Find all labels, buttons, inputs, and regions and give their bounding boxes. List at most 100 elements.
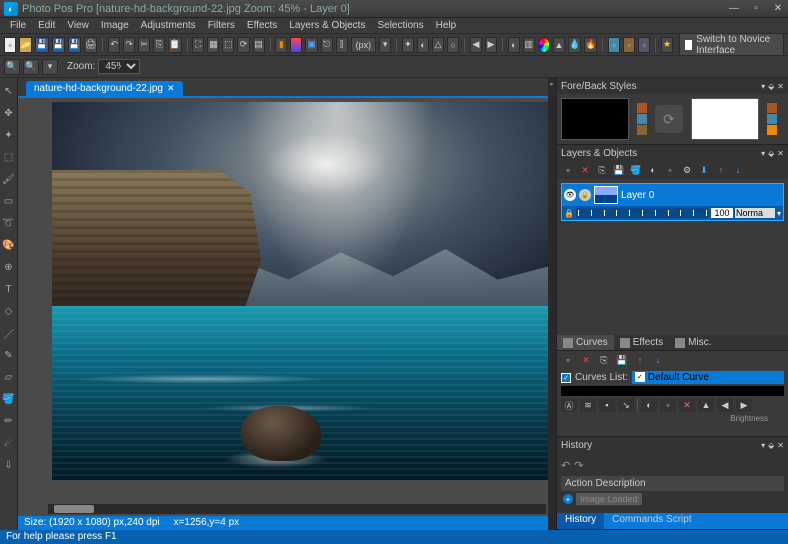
menu-edit[interactable]: Edit xyxy=(32,19,61,32)
curve-del-icon[interactable]: ✕ xyxy=(579,353,593,367)
expand-icon[interactable]: + xyxy=(563,494,573,504)
adjust-icon[interactable]: ◐ xyxy=(417,37,429,53)
text-tool-icon[interactable]: T xyxy=(2,282,16,296)
mini-swatches[interactable] xyxy=(637,103,647,135)
nav-left-icon[interactable]: ◀ xyxy=(470,37,482,53)
fit-icon[interactable]: ▾ xyxy=(42,59,58,75)
fx3-icon[interactable]: ▫ xyxy=(638,37,650,53)
menu-view[interactable]: View xyxy=(61,19,95,32)
px-unit-label[interactable]: (px) xyxy=(351,37,377,53)
menu-effects[interactable]: Effects xyxy=(241,19,283,32)
save-as-icon[interactable]: 💾 xyxy=(52,37,65,53)
contrast-icon[interactable]: ◐ xyxy=(508,37,520,53)
close-button[interactable]: ✕ xyxy=(772,3,784,15)
new-file-icon[interactable]: ▫ xyxy=(4,37,16,53)
fx-lines-icon[interactable]: ≋ xyxy=(580,398,596,412)
layer-options-icon[interactable]: ⚙ xyxy=(680,163,694,177)
fx-dark-icon[interactable]: ▪ xyxy=(599,398,615,412)
paint-tool-icon[interactable]: 🎨 xyxy=(2,238,16,252)
bucket-icon[interactable]: 🪣 xyxy=(629,163,643,177)
duplicate-layer-icon[interactable]: ⎘ xyxy=(595,163,609,177)
panel-close-icon[interactable]: ✕ xyxy=(777,441,784,450)
merge-down-icon[interactable]: ⬇ xyxy=(697,163,711,177)
curves-enable-checkbox[interactable]: ✓ xyxy=(561,373,571,383)
flame-icon[interactable]: 🔥 xyxy=(584,37,597,53)
zoom-select[interactable]: 45% xyxy=(98,59,140,74)
subtab-effects[interactable]: Effects xyxy=(614,335,669,350)
visibility-icon[interactable]: 👁 xyxy=(564,189,576,201)
fx2-icon[interactable]: ▫ xyxy=(623,37,635,53)
opacity-lock-icon[interactable]: 🔒 xyxy=(564,209,574,218)
opacity-slider[interactable] xyxy=(576,208,709,218)
fill-tool-icon[interactable]: 🪣 xyxy=(2,392,16,406)
open-icon[interactable]: 📂 xyxy=(19,37,32,53)
zoom-out-icon[interactable]: 🔍 xyxy=(4,59,20,75)
layer-item[interactable]: 👁 🔒 Layer 0 🔒 100 Norma ▾ xyxy=(561,183,784,221)
redo-icon[interactable]: ↷ xyxy=(123,37,135,53)
mini-swatches-2[interactable] xyxy=(767,103,777,135)
menu-selections[interactable]: Selections xyxy=(371,19,429,32)
star-icon[interactable]: ★ xyxy=(661,37,673,53)
canvas-viewport[interactable]: Size: (1920 x 1080) px,240 dpi x=1256,y=… xyxy=(18,96,556,530)
resize-icon[interactable]: ⛶ xyxy=(192,37,204,53)
subtab-curves[interactable]: Curves xyxy=(557,335,614,350)
brush-tool-icon[interactable]: 🖌 xyxy=(2,172,16,186)
background-swatch[interactable] xyxy=(691,98,759,140)
fx1-icon[interactable]: ▫ xyxy=(608,37,620,53)
panel-header-layers[interactable]: Layers & Objects ▾ ⬙ ✕ xyxy=(557,145,788,161)
histogram-icon[interactable]: ▥ xyxy=(523,37,535,53)
tab-commands-script[interactable]: Commands Script xyxy=(604,513,699,529)
crop-icon[interactable]: ⬚ xyxy=(222,37,234,53)
fx-x-icon[interactable]: ✕ xyxy=(679,398,695,412)
cut-icon[interactable]: ✂ xyxy=(138,37,150,53)
pen-tool-icon[interactable]: ✎ xyxy=(2,348,16,362)
new-layer-icon[interactable]: ▫ xyxy=(561,163,575,177)
panel-header-history[interactable]: History ▾ ⬙ ✕ xyxy=(557,437,788,453)
blur-icon[interactable]: ○ xyxy=(447,37,459,53)
curve-active-checkbox[interactable]: ✓ xyxy=(635,372,645,382)
nav-right-icon[interactable]: ▶ xyxy=(485,37,497,53)
maximize-button[interactable]: ▫ xyxy=(750,3,762,15)
panel-header-foreback[interactable]: Fore/Back Styles ▾ ⬙ ✕ xyxy=(557,78,788,94)
fx-contrast-icon[interactable]: ◐ xyxy=(641,398,657,412)
wand-icon[interactable]: ✦ xyxy=(402,37,414,53)
document-tab[interactable]: nature-hd-background-22.jpg ✕ xyxy=(26,81,183,96)
canvas-icon[interactable]: ▦ xyxy=(207,37,219,53)
save-layer-icon[interactable]: 💾 xyxy=(612,163,626,177)
history-item[interactable]: + Image Loaded xyxy=(561,491,784,507)
layers-icon[interactable]: ▣ xyxy=(305,37,317,53)
menu-filters[interactable]: Filters xyxy=(202,19,241,32)
foreground-swatch[interactable] xyxy=(561,98,629,140)
more-down-icon[interactable]: ⇩ xyxy=(2,458,16,472)
menu-file[interactable]: File xyxy=(4,19,32,32)
curve-down-icon[interactable]: ↓ xyxy=(651,353,665,367)
blend-dropdown-icon[interactable]: ▾ xyxy=(777,209,781,218)
fx-box-icon[interactable]: ▫ xyxy=(660,398,676,412)
copy-icon[interactable]: ⎘ xyxy=(153,37,165,53)
menu-adjustments[interactable]: Adjustments xyxy=(135,19,202,32)
opacity-value[interactable]: 100 xyxy=(711,208,733,218)
clone-tool-icon[interactable]: ⊕ xyxy=(2,260,16,274)
save-icon[interactable]: 💾 xyxy=(35,37,48,53)
pin-icon[interactable]: ▾ xyxy=(761,82,765,91)
droplet-icon[interactable]: 💧 xyxy=(568,37,581,53)
minimize-button[interactable]: — xyxy=(728,3,740,15)
curve-copy-icon[interactable]: ⎘ xyxy=(597,353,611,367)
pushpin-icon[interactable]: ⬙ xyxy=(768,441,774,450)
dock-handle[interactable]: ▸ xyxy=(548,78,556,530)
line-tool-icon[interactable]: ／ xyxy=(2,326,16,340)
layer-up-icon[interactable]: ↑ xyxy=(714,163,728,177)
pointer-tool-icon[interactable]: ↖ xyxy=(2,84,16,98)
pin-icon[interactable]: ▾ xyxy=(761,441,765,450)
history-redo-icon[interactable]: ↷ xyxy=(574,459,583,472)
layer-down-icon[interactable]: ↓ xyxy=(731,163,745,177)
tab-history[interactable]: History xyxy=(557,513,604,529)
paste-icon[interactable]: 📋 xyxy=(168,37,181,53)
undo-icon[interactable]: ↶ xyxy=(108,37,120,53)
adjust-icon[interactable]: ◐ xyxy=(646,163,660,177)
curves-icon[interactable]: ⎋ xyxy=(321,37,333,53)
zoom-in-icon[interactable]: 🔍 xyxy=(23,59,39,75)
move-tool-icon[interactable]: ✥ xyxy=(2,106,16,120)
shape-tool-icon[interactable]: ◇ xyxy=(2,304,16,318)
curve-new-icon[interactable]: ▫ xyxy=(561,353,575,367)
